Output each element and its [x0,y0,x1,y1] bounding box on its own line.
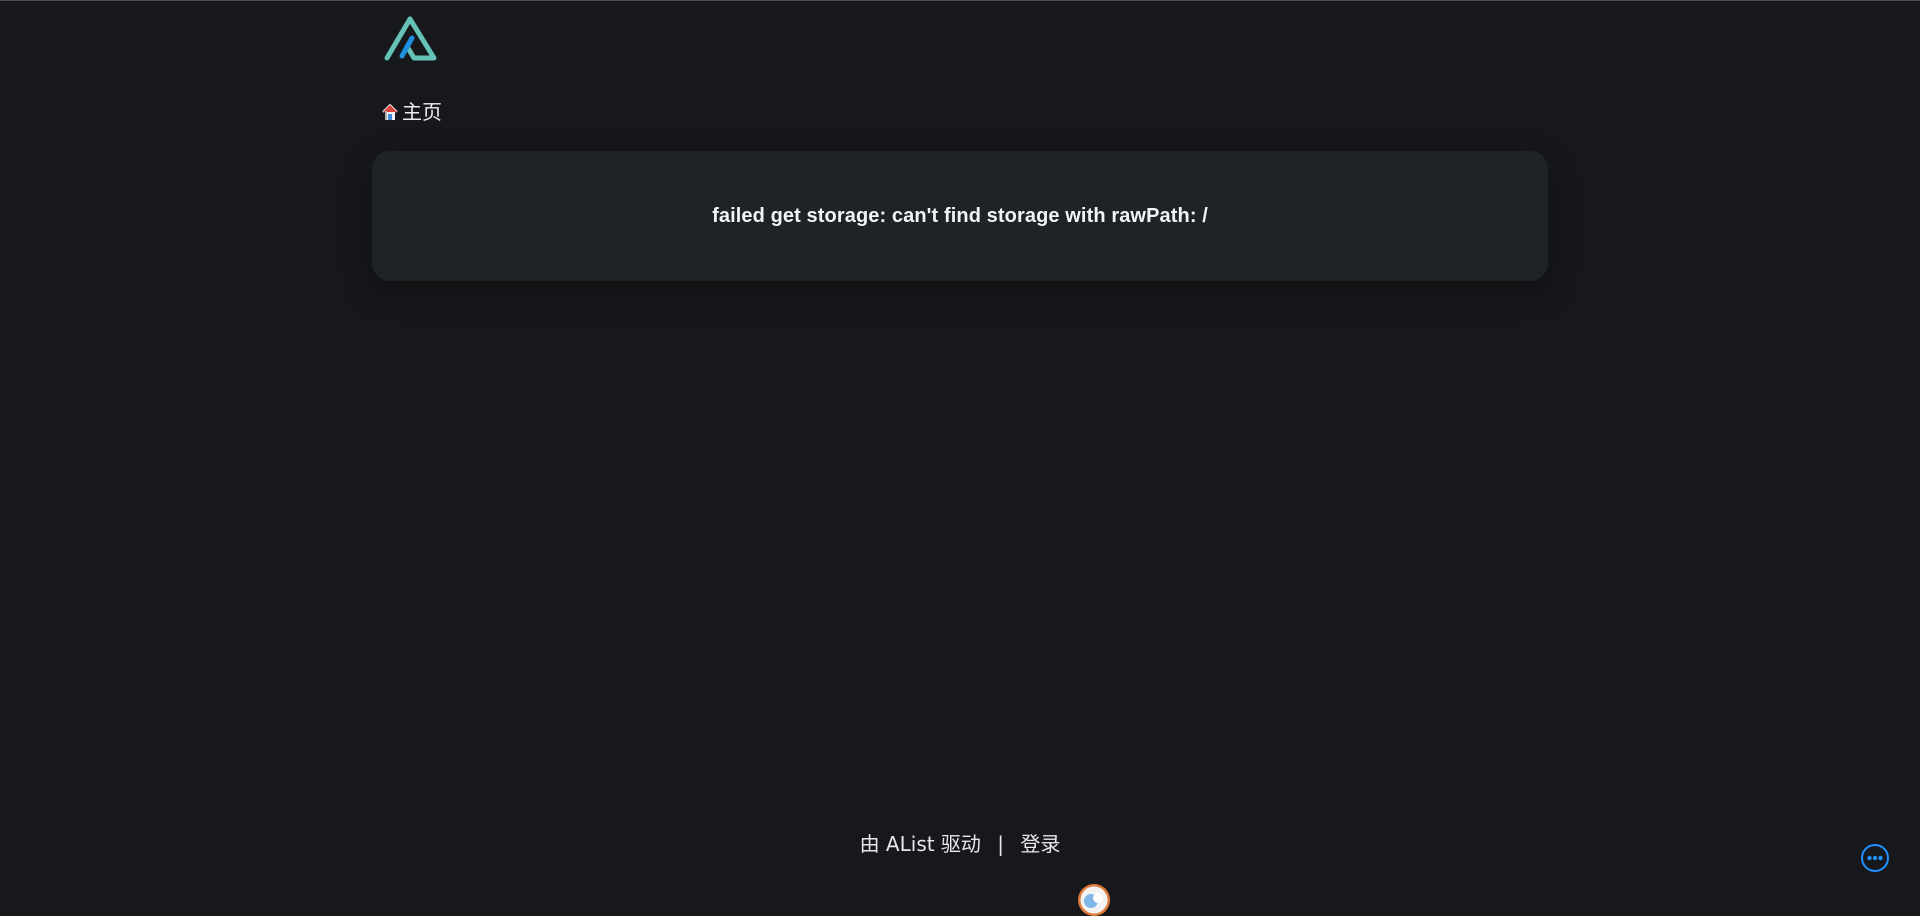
footer-separator: | [997,832,1005,856]
powered-by-text[interactable]: 由 AList 驱动 [860,830,981,858]
footer: 由 AList 驱动 | 登录 [0,830,1920,858]
top-border [0,0,1920,1]
breadcrumb[interactable]: 主页 [381,99,442,125]
more-options-icon[interactable] [1860,843,1890,873]
avatar-icon[interactable] [1078,884,1110,916]
alist-logo-icon[interactable] [382,14,438,62]
breadcrumb-home-label[interactable]: 主页 [402,99,442,125]
error-card: failed get storage: can't find storage w… [372,151,1548,281]
error-message: failed get storage: can't find storage w… [712,204,1208,227]
house-icon [381,103,399,121]
login-link[interactable]: 登录 [1020,832,1060,856]
